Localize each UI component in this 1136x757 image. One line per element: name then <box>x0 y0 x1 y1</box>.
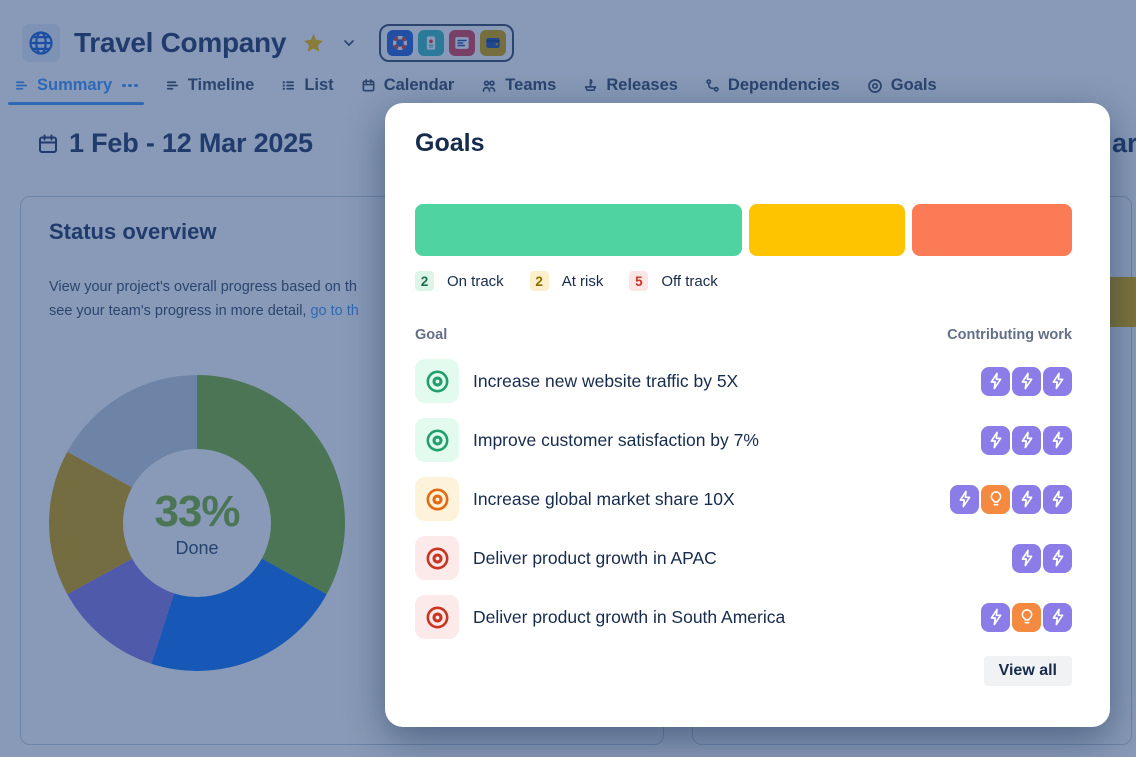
work-item-bolt-icon[interactable] <box>981 367 1010 396</box>
on-track-count-badge: 2 <box>415 271 434 291</box>
goal-row[interactable]: Improve customer satisfaction by 7% <box>415 418 1072 462</box>
legend-item-off-track: 5 Off track <box>629 271 717 291</box>
contributing-work-badges <box>950 485 1072 514</box>
legend-item-on-track: 2 On track <box>415 271 504 291</box>
goals-modal-title: Goals <box>415 129 484 158</box>
work-item-bolt-icon[interactable] <box>1043 485 1072 514</box>
legend-label: On track <box>447 273 504 290</box>
contributing-work-badges <box>981 426 1072 455</box>
work-item-bulb-icon[interactable] <box>981 485 1010 514</box>
goal-status-icon <box>415 477 459 521</box>
contributing-work-badges <box>981 367 1072 396</box>
legend-label: Off track <box>661 273 717 290</box>
work-item-bolt-icon[interactable] <box>1012 426 1041 455</box>
goal-status-icon <box>415 418 459 462</box>
goal-status-icon <box>415 595 459 639</box>
goals-modal-footer: View all <box>415 656 1072 686</box>
goals-table-header: Goal Contributing work <box>415 327 1072 343</box>
goals-list: Increase new website traffic by 5X Impro… <box>415 359 1072 639</box>
goals-legend: 2 On track 2 At risk 5 Off track <box>415 271 718 291</box>
work-item-bolt-icon[interactable] <box>1043 426 1072 455</box>
goals-modal: Goals 2 On track 2 At risk 5 Off track G… <box>385 103 1110 727</box>
goal-title: Deliver product growth in South America <box>473 607 785 628</box>
legend-label: At risk <box>562 273 604 290</box>
work-item-bolt-icon[interactable] <box>1012 544 1041 573</box>
work-item-bolt-icon[interactable] <box>950 485 979 514</box>
goal-row[interactable]: Deliver product growth in South America <box>415 595 1072 639</box>
goal-title: Deliver product growth in APAC <box>473 548 717 569</box>
goal-title: Increase global market share 10X <box>473 489 735 510</box>
off-track-count-badge: 5 <box>629 271 648 291</box>
work-item-bolt-icon[interactable] <box>1043 367 1072 396</box>
work-item-bolt-icon[interactable] <box>981 603 1010 632</box>
goal-column-header: Goal <box>415 327 447 343</box>
contributing-work-badges <box>1012 544 1072 573</box>
work-item-bolt-icon[interactable] <box>1012 485 1041 514</box>
goal-row[interactable]: Deliver product growth in APAC <box>415 536 1072 580</box>
goals-summary-bars <box>415 204 1072 256</box>
summary-bar-at-risk <box>749 204 905 256</box>
work-item-bolt-icon[interactable] <box>1043 603 1072 632</box>
screen: Travel Company <box>0 0 1136 757</box>
goal-row[interactable]: Increase new website traffic by 5X <box>415 359 1072 403</box>
contributing-work-column-header: Contributing work <box>947 327 1072 343</box>
work-item-bulb-icon[interactable] <box>1012 603 1041 632</box>
legend-item-at-risk: 2 At risk <box>530 271 604 291</box>
goal-row[interactable]: Increase global market share 10X <box>415 477 1072 521</box>
work-item-bolt-icon[interactable] <box>981 426 1010 455</box>
view-all-button[interactable]: View all <box>984 656 1072 686</box>
goal-status-icon <box>415 536 459 580</box>
at-risk-count-badge: 2 <box>530 271 549 291</box>
work-item-bolt-icon[interactable] <box>1043 544 1072 573</box>
goal-title: Increase new website traffic by 5X <box>473 371 738 392</box>
contributing-work-badges <box>981 603 1072 632</box>
summary-bar-on-track <box>415 204 742 256</box>
goal-status-icon <box>415 359 459 403</box>
work-item-bolt-icon[interactable] <box>1012 367 1041 396</box>
goal-title: Improve customer satisfaction by 7% <box>473 430 759 451</box>
summary-bar-off-track <box>912 204 1072 256</box>
